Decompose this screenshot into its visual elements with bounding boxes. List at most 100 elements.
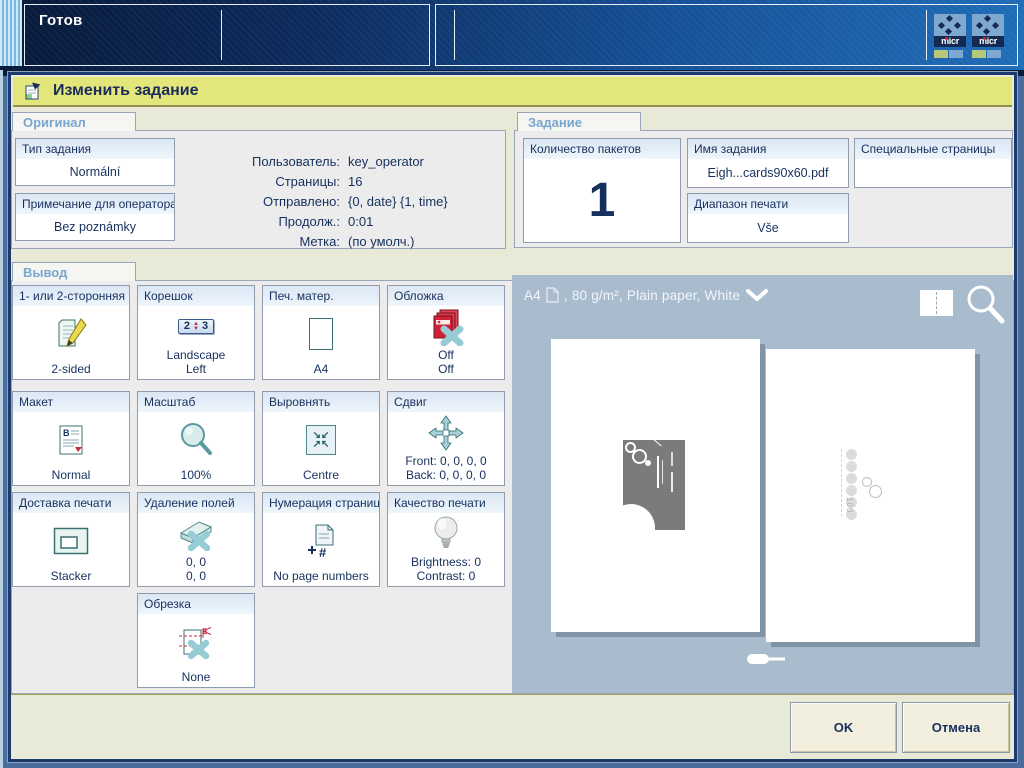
panel-divider bbox=[454, 10, 455, 60]
ok-button[interactable]: OK bbox=[790, 702, 897, 753]
edit-job-icon bbox=[23, 81, 43, 101]
section-job: Количество пакетов 1 Имя задания Eigh...… bbox=[514, 130, 1013, 248]
left-edge-highlight bbox=[0, 70, 3, 768]
chevron-down-icon bbox=[745, 289, 769, 302]
svg-text:B: B bbox=[63, 428, 70, 438]
tile-label: Масштаб bbox=[138, 392, 254, 412]
secondary-status-panel: micr micr bbox=[435, 4, 1018, 66]
print-range-value: Vše bbox=[688, 214, 848, 242]
tile-value: 100% bbox=[181, 468, 212, 482]
tile-label: Макет bbox=[13, 392, 129, 412]
preview-page-front bbox=[551, 339, 760, 632]
dialog-title: Изменить задание bbox=[53, 82, 199, 100]
panel-divider bbox=[926, 10, 927, 60]
edit-job-dialog: Изменить задание Оригинал Тип задания No… bbox=[8, 72, 1017, 762]
set-count-value: 1 bbox=[524, 159, 680, 242]
output-tile-media[interactable]: Печ. матер.A4 bbox=[262, 285, 380, 380]
spread-view-icon[interactable] bbox=[920, 290, 953, 316]
info-value: (по умолч.) bbox=[348, 234, 414, 249]
media-size: A4 bbox=[524, 288, 541, 303]
job-name-tile[interactable]: Имя задания Eigh...cards90x60.pdf bbox=[687, 138, 849, 188]
print-range-label: Диапазон печати bbox=[688, 194, 848, 214]
micr-status-chips bbox=[934, 50, 963, 58]
ring-artwork bbox=[869, 485, 882, 498]
micr-dots-icon bbox=[934, 14, 966, 36]
footer-divider bbox=[11, 694, 1014, 695]
tile-value: Normal bbox=[52, 468, 91, 482]
media-icon bbox=[309, 306, 333, 362]
cover-icon bbox=[427, 306, 465, 348]
job-type-value: Normální bbox=[16, 159, 174, 185]
tile-value: None bbox=[182, 670, 211, 684]
operator-note-label: Примечание для оператора bbox=[16, 194, 174, 214]
dialog-titlebar: Изменить задание bbox=[13, 77, 1012, 107]
binding-icon: 2▲▼3 bbox=[178, 306, 214, 348]
info-value: 16 bbox=[348, 174, 362, 189]
tile-label: Корешок bbox=[138, 286, 254, 306]
duplex-icon bbox=[54, 306, 88, 362]
page-numbers-icon: # bbox=[304, 513, 338, 569]
set-count-label: Количество пакетов bbox=[524, 139, 680, 159]
job-type-tile[interactable]: Тип задания Normální bbox=[15, 138, 175, 186]
operator-note-value: Bez poznámky bbox=[16, 214, 174, 240]
output-tile-align[interactable]: Выровнять↘↙↗↖Centre bbox=[262, 391, 380, 486]
layout-icon: B bbox=[56, 412, 86, 468]
micr-red-dot bbox=[945, 37, 948, 40]
info-label: Метка: bbox=[192, 234, 340, 249]
tile-label: Нумерация страниц bbox=[263, 493, 379, 513]
stacker-icon bbox=[53, 513, 89, 569]
fold-dash-line bbox=[841, 449, 842, 517]
output-tile-layout[interactable]: Макет B Normal bbox=[12, 391, 130, 486]
output-tile-duplex[interactable]: 1- или 2-сторонняя2-sided bbox=[12, 285, 130, 380]
operator-note-tile[interactable]: Примечание для оператора Bez poznámky bbox=[15, 193, 175, 241]
preview-panel: A4 , 80 g/m², Plain paper, White 100 bbox=[512, 275, 1013, 693]
quality-icon bbox=[431, 513, 461, 555]
output-tile-shift[interactable]: СдвигFront: 0, 0, 0, 0Back: 0, 0, 0, 0 bbox=[387, 391, 505, 486]
tab-original[interactable]: Оригинал bbox=[12, 112, 136, 131]
printer-status-panel: Готов bbox=[24, 4, 430, 66]
screen: { "topbar": { "status": "Готов", "logos"… bbox=[0, 0, 1024, 768]
preview-zoom-icon[interactable] bbox=[964, 283, 1006, 330]
micr-logo: micr bbox=[972, 14, 1004, 47]
cancel-button[interactable]: Отмена bbox=[902, 702, 1010, 753]
tile-value: 2-sided bbox=[51, 362, 90, 376]
info-row: Страницы: 16 bbox=[192, 171, 497, 191]
output-tile-binding[interactable]: Корешок2▲▼3LandscapeLeft bbox=[137, 285, 255, 380]
original-info: Пользователь:key_operator Страницы: 16 Отпр… bbox=[192, 151, 497, 251]
output-tile-trim[interactable]: Обрезка None bbox=[137, 593, 255, 688]
info-row: Отправлено:{0, date} {1, time} bbox=[192, 191, 497, 211]
status-text: Готов bbox=[39, 12, 83, 29]
media-selector[interactable]: A4 , 80 g/m², Plain paper, White bbox=[524, 287, 769, 303]
special-pages-label: Специальные страницы bbox=[855, 139, 1011, 159]
tile-label: Обрезка bbox=[138, 594, 254, 614]
sheet-icon bbox=[546, 287, 559, 303]
margins-icon bbox=[177, 513, 215, 555]
panel-divider bbox=[221, 10, 222, 60]
back-artwork-text: 100 bbox=[845, 497, 854, 513]
output-tile-scale[interactable]: Масштаб 100% bbox=[137, 391, 255, 486]
tile-value: Stacker bbox=[51, 569, 92, 583]
tab-job[interactable]: Задание bbox=[517, 112, 641, 131]
tab-output[interactable]: Вывод bbox=[12, 262, 136, 281]
info-row: Продолж.:0:01 bbox=[192, 211, 497, 231]
output-tile-quality[interactable]: Качество печатиBrightness: 0Contrast: 0 bbox=[387, 492, 505, 587]
set-count-tile[interactable]: Количество пакетов 1 bbox=[523, 138, 681, 243]
output-tile-margins[interactable]: Удаление полей0, 00, 0 bbox=[137, 492, 255, 587]
output-tile-cover[interactable]: ОбложкаOffOff bbox=[387, 285, 505, 380]
duplex-plug-icon bbox=[745, 651, 789, 672]
info-value: key_operator bbox=[348, 154, 424, 169]
preview-page-back: 100 bbox=[766, 349, 975, 642]
print-range-tile[interactable]: Диапазон печати Vše bbox=[687, 193, 849, 243]
shift-icon bbox=[427, 412, 465, 454]
section-original: Тип задания Normální Примечание для опер… bbox=[11, 130, 506, 249]
special-pages-tile[interactable]: Специальные страницы bbox=[854, 138, 1012, 188]
output-tile-stacker[interactable]: Доставка печатиStacker bbox=[12, 492, 130, 587]
output-tile-page-numbers[interactable]: Нумерация страниц#No page numbers bbox=[262, 492, 380, 587]
micr-status-chips bbox=[972, 50, 1001, 58]
scale-icon bbox=[177, 412, 215, 468]
card-artwork bbox=[623, 440, 685, 530]
info-row: Пользователь:key_operator bbox=[192, 151, 497, 171]
micr-red-dot bbox=[983, 37, 986, 40]
job-name-value: Eigh...cards90x60.pdf bbox=[688, 159, 848, 187]
info-label: Страницы: bbox=[192, 174, 340, 189]
